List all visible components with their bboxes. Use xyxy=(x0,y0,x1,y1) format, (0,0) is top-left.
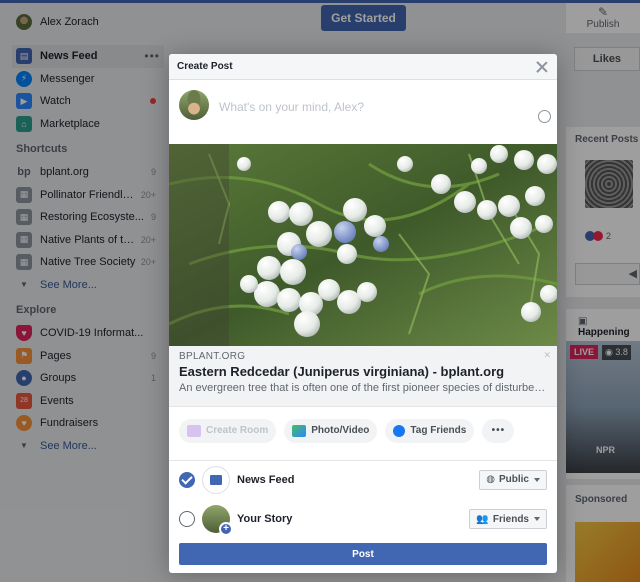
emoji-icon[interactable] xyxy=(538,110,551,123)
dialog-header: Create Post xyxy=(169,54,557,80)
close-icon[interactable] xyxy=(535,60,549,74)
juniper-berries-image xyxy=(169,144,557,346)
photo-video-button[interactable]: Photo/Video xyxy=(284,418,378,443)
link-domain: BPLANT.ORG xyxy=(179,351,246,362)
link-title: Eastern Redcedar (Juniperus virginiana) … xyxy=(179,364,505,379)
your-story-checkbox[interactable] xyxy=(179,511,195,527)
remove-link-icon[interactable]: ✕ xyxy=(543,350,551,361)
link-preview-image[interactable] xyxy=(169,144,557,346)
share-to-story[interactable]: + Your Story 👥 Friends xyxy=(169,500,557,538)
link-description: An evergreen tree that is often one of t… xyxy=(179,382,547,394)
friends-icon: 👥 xyxy=(476,513,489,525)
more-actions-button[interactable]: ••• xyxy=(482,418,515,443)
more-dots-icon: ••• xyxy=(491,425,506,436)
video-room-icon xyxy=(187,424,201,437)
caret-down-icon xyxy=(534,517,540,521)
photo-icon xyxy=(292,424,307,437)
create-post-dialog: Create Post What's on your mind, Alex? B… xyxy=(169,54,557,573)
plus-icon: + xyxy=(219,522,233,536)
post-composer[interactable]: What's on your mind, Alex? xyxy=(169,80,557,144)
post-actions-bar: Create Room Photo/Video Tag Friends ••• xyxy=(169,406,557,454)
link-preview-meta[interactable]: BPLANT.ORG Eastern Redcedar (Juniperus v… xyxy=(169,346,557,406)
news-feed-icon xyxy=(202,465,230,494)
author-avatar xyxy=(179,90,209,120)
story-avatar: + xyxy=(202,505,233,536)
share-to-news-feed[interactable]: News Feed ◍ Public xyxy=(169,460,557,498)
tag-friends-icon xyxy=(393,424,406,437)
news-feed-privacy-select[interactable]: ◍ Public xyxy=(479,469,547,490)
post-button[interactable]: Post xyxy=(179,543,547,565)
story-privacy-select[interactable]: 👥 Friends xyxy=(469,509,547,529)
tag-friends-button[interactable]: Tag Friends xyxy=(385,418,475,443)
news-feed-checkbox[interactable] xyxy=(179,471,195,488)
globe-icon: ◍ xyxy=(486,474,495,485)
create-room-button[interactable]: Create Room xyxy=(179,418,277,443)
caret-down-icon xyxy=(534,477,540,482)
post-text-input[interactable]: What's on your mind, Alex? xyxy=(219,100,364,114)
dialog-title: Create Post xyxy=(177,61,233,72)
